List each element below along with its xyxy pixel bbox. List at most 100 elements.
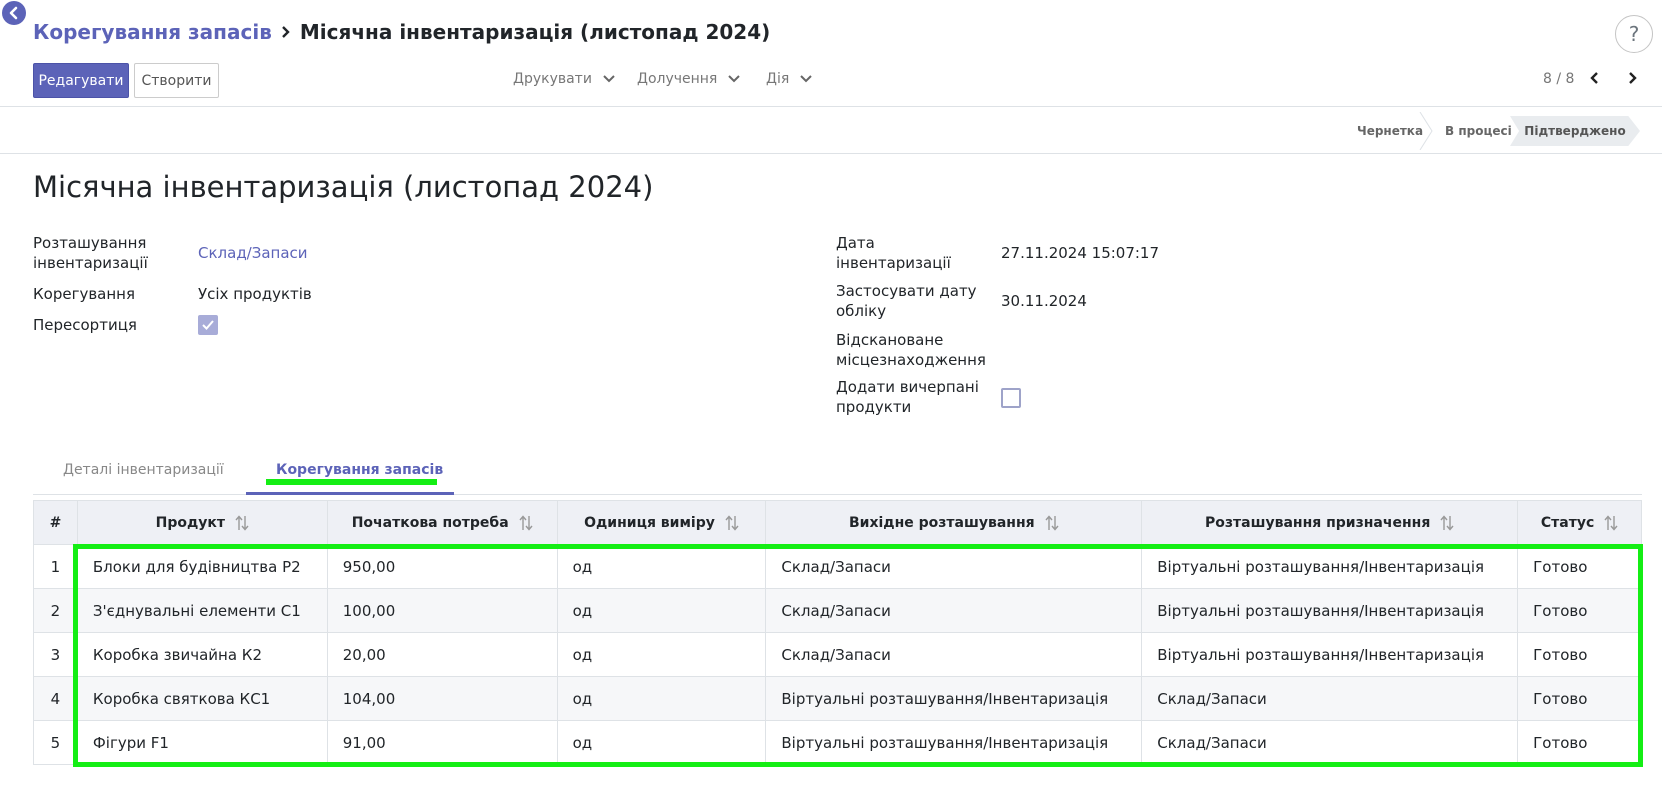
inventory-date-label: Дата інвентаризації	[836, 234, 951, 272]
source-location-cell[interactable]: Віртуальні розташування/Інвентаризація	[765, 720, 1143, 765]
scanned-location-label: Відскановане місцезнаходження	[836, 331, 986, 369]
status-cell: Готово	[1517, 676, 1642, 721]
column-header-number-label: #	[49, 514, 62, 531]
column-header-initial-demand-label: Початкова потреба	[351, 514, 509, 531]
sort-icon	[1045, 514, 1059, 531]
product-cell[interactable]: Фігури F1	[76, 720, 328, 765]
column-header-status[interactable]: Статус	[1517, 500, 1642, 545]
column-header-destination-location-label: Розташування призначення	[1205, 514, 1431, 531]
chevron-down-icon	[603, 75, 615, 83]
source-location-cell[interactable]: Склад/Запаси	[765, 588, 1143, 633]
sort-icon	[235, 514, 249, 531]
destination-location-cell[interactable]: Віртуальні розташування/Інвентаризація	[1141, 632, 1519, 677]
status-stage-in-progress[interactable]: В процесі	[1445, 116, 1512, 146]
edit-button[interactable]: Редагувати	[33, 63, 129, 98]
column-header-initial-demand[interactable]: Початкова потреба	[326, 500, 558, 545]
resorting-checkbox[interactable]	[198, 315, 218, 335]
adjustment-value: Усіх продуктів	[198, 285, 312, 303]
table-row[interactable]: 5 Фігури F1 91,00 од Віртуальні розташув…	[33, 720, 1642, 765]
print-dropdown-label: Друкувати	[513, 71, 592, 87]
back-button[interactable]	[2, 1, 26, 25]
column-header-source-location[interactable]: Вихідне розташування	[765, 500, 1143, 545]
destination-location-cell[interactable]: Віртуальні розташування/Інвентаризація	[1141, 588, 1519, 633]
breadcrumb: Корегування запасів Місячна інвентаризац…	[33, 20, 770, 44]
destination-location-cell[interactable]: Віртуальні розташування/Інвентаризація	[1141, 544, 1519, 589]
column-header-uom-label: Одиниця виміру	[584, 514, 715, 531]
row-number: 5	[33, 720, 78, 765]
create-button[interactable]: Створити	[134, 63, 219, 98]
status-cell: Готово	[1517, 588, 1642, 633]
destination-location-cell[interactable]: Склад/Запаси	[1141, 720, 1519, 765]
destination-location-cell[interactable]: Склад/Запаси	[1141, 676, 1519, 721]
column-header-destination-location[interactable]: Розташування призначення	[1141, 500, 1519, 545]
status-cell: Готово	[1517, 544, 1642, 589]
uom-cell[interactable]: од	[556, 632, 767, 677]
sort-icon	[1440, 514, 1454, 531]
location-value-link[interactable]: Склад/Запаси	[198, 243, 308, 263]
source-location-cell[interactable]: Склад/Запаси	[765, 632, 1143, 677]
adjustment-label: Корегування	[33, 285, 136, 303]
table-header-row: # Продукт Початкова потреба Одиниця вимі…	[33, 500, 1642, 545]
column-header-source-location-label: Вихідне розташування	[848, 514, 1035, 531]
table-row[interactable]: 4 Коробка святкова КС1 104,00 од Віртуал…	[33, 676, 1642, 721]
source-location-cell[interactable]: Віртуальні розташування/Інвентаризація	[765, 676, 1143, 721]
table-row[interactable]: 2 З'єднувальні елементи С1 100,00 од Скл…	[33, 588, 1642, 633]
column-header-status-label: Статус	[1540, 514, 1595, 531]
pager-previous-button[interactable]	[1587, 70, 1603, 86]
column-header-number: #	[33, 500, 78, 545]
help-button[interactable]: ?	[1615, 15, 1653, 53]
action-dropdown[interactable]: Дія	[766, 71, 813, 87]
status-cell: Готово	[1517, 632, 1642, 677]
highlight-underline	[266, 479, 437, 485]
product-cell[interactable]: Коробка звичайна К2	[76, 632, 328, 677]
product-cell[interactable]: Блоки для будівництва Р2	[76, 544, 328, 589]
print-dropdown[interactable]: Друкувати	[513, 71, 616, 87]
product-cell[interactable]: З'єднувальні елементи С1	[76, 588, 328, 633]
sort-icon	[519, 514, 533, 531]
resorting-label: Пересортиця	[33, 316, 137, 334]
source-location-cell[interactable]: Склад/Запаси	[765, 544, 1143, 589]
uom-cell[interactable]: од	[556, 588, 767, 633]
chevron-right-icon	[280, 25, 292, 39]
action-dropdown-label: Дія	[766, 71, 790, 87]
row-number: 4	[33, 676, 78, 721]
location-label: Розташування інвентаризації	[33, 234, 148, 272]
initial-demand-cell[interactable]: 104,00	[326, 676, 558, 721]
initial-demand-cell[interactable]: 950,00	[326, 544, 558, 589]
initial-demand-cell[interactable]: 20,00	[326, 632, 558, 677]
add-exhausted-checkbox[interactable]	[1001, 388, 1021, 408]
tab-inventory-details[interactable]: Деталі інвентаризації	[63, 462, 224, 478]
status-stage-draft[interactable]: Чернетка	[1357, 116, 1423, 146]
uom-cell[interactable]: од	[556, 720, 767, 765]
column-header-uom[interactable]: Одиниця виміру	[556, 500, 767, 545]
column-header-product-label: Продукт	[155, 514, 226, 531]
attachments-dropdown-label: Долучення	[637, 71, 718, 87]
table-row[interactable]: 1 Блоки для будівництва Р2 950,00 од Скл…	[33, 544, 1642, 589]
breadcrumb-parent-link[interactable]: Корегування запасів	[33, 20, 272, 44]
table-row[interactable]: 3 Коробка звичайна К2 20,00 од Склад/Зап…	[33, 632, 1642, 677]
chevron-down-icon	[728, 75, 741, 83]
initial-demand-cell[interactable]: 91,00	[326, 720, 558, 765]
attachments-dropdown[interactable]: Долучення	[637, 71, 741, 87]
record-title: Місячна інвентаризація (листопад 2024)	[33, 170, 654, 204]
pager-value[interactable]: 8 / 8	[1543, 71, 1574, 87]
add-exhausted-label: Додати вичерпані продукти	[836, 378, 979, 416]
tab-stock-adjustments[interactable]: Корегування запасів	[276, 462, 443, 478]
status-stage-confirmed[interactable]: Підтверджено	[1510, 116, 1640, 146]
checkmark-icon	[202, 320, 214, 330]
stock-moves-table: # Продукт Початкова потреба Одиниця вимі…	[33, 500, 1642, 765]
sort-icon	[725, 514, 739, 531]
uom-cell[interactable]: од	[556, 544, 767, 589]
chevron-left-icon	[1590, 72, 1598, 84]
column-header-product[interactable]: Продукт	[76, 500, 328, 545]
row-number: 3	[33, 632, 78, 677]
chevron-right-icon	[1629, 72, 1637, 84]
uom-cell[interactable]: од	[556, 676, 767, 721]
initial-demand-cell[interactable]: 100,00	[326, 588, 558, 633]
active-tab-indicator	[246, 492, 454, 495]
row-number: 2	[33, 588, 78, 633]
status-cell: Готово	[1517, 720, 1642, 765]
pager-next-button[interactable]	[1624, 70, 1640, 86]
product-cell[interactable]: Коробка святкова КС1	[76, 676, 328, 721]
inventory-date-value: 27.11.2024 15:07:17	[1001, 244, 1160, 262]
